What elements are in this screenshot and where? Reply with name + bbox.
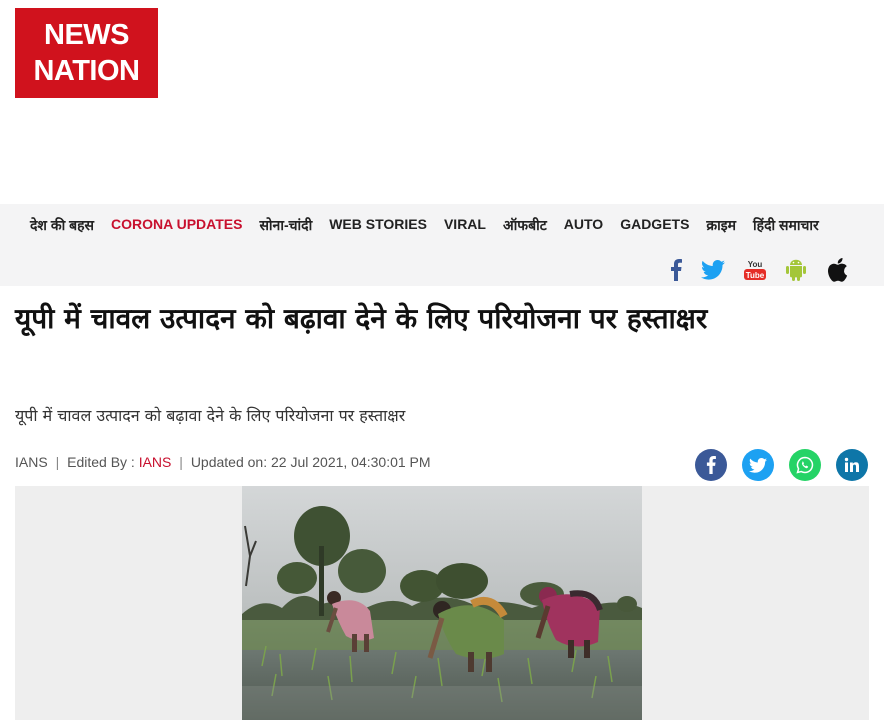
svg-text:Tube: Tube (746, 271, 765, 280)
whatsapp-share-icon[interactable] (789, 449, 821, 481)
article-headline: यूपी में चावल उत्पादन को बढ़ावा देने के … (15, 302, 708, 335)
logo-line-2: NATION (33, 55, 140, 87)
twitter-icon[interactable] (701, 258, 725, 282)
nav-item-gadgets[interactable]: GADGETS (620, 216, 689, 235)
nav-item-crime[interactable]: क्राइम (706, 216, 736, 235)
article-summary: यूपी में चावल उत्पादन को बढ़ावा देने के … (15, 406, 406, 425)
facebook-share-icon[interactable] (695, 449, 727, 481)
news-nation-logo[interactable]: NEWS NATION (15, 8, 158, 98)
share-buttons (695, 449, 868, 481)
svg-text:You: You (748, 260, 763, 269)
nav-item-viral[interactable]: VIRAL (444, 216, 486, 235)
nav-item-sona-chandi[interactable]: सोना-चांदी (259, 216, 312, 235)
apple-icon[interactable] (826, 258, 848, 282)
main-navbar: देश की बहस CORONA UPDATES सोना-चांदी WEB… (0, 204, 884, 286)
updated-label: Updated on: (190, 454, 268, 470)
nav-item-hindi-samachar[interactable]: हिंदी समाचार (753, 216, 819, 235)
twitter-share-icon[interactable] (742, 449, 774, 481)
nav-item-auto[interactable]: AUTO (564, 216, 603, 235)
logo-line-1: NEWS (44, 19, 130, 51)
featured-image-container (15, 486, 869, 720)
linkedin-share-icon[interactable] (836, 449, 868, 481)
nav-item-offbeat[interactable]: ऑफबीट (503, 216, 547, 235)
updated-timestamp: 22 Jul 2021, 04:30:01 PM (271, 454, 431, 470)
meta-separator: | (55, 454, 60, 470)
editor-link[interactable]: IANS (139, 454, 172, 470)
android-icon[interactable] (785, 258, 807, 282)
nav-item-web-stories[interactable]: WEB STORIES (329, 216, 427, 235)
article-source: IANS (15, 454, 48, 470)
header-social-links: You Tube (670, 258, 848, 282)
nav-item-corona-updates[interactable]: CORONA UPDATES (111, 216, 242, 235)
featured-image (242, 486, 642, 720)
nav-links: देश की बहस CORONA UPDATES सोना-चांदी WEB… (30, 216, 819, 235)
edited-by-label: Edited By : (67, 454, 135, 470)
youtube-icon[interactable]: You Tube (744, 258, 766, 282)
facebook-icon[interactable] (670, 258, 682, 282)
nav-item-desh-ki-behas[interactable]: देश की बहस (30, 216, 94, 235)
meta-separator: | (179, 454, 183, 470)
article-meta: IANS | Edited By : IANS | Updated on: 22… (15, 454, 431, 470)
